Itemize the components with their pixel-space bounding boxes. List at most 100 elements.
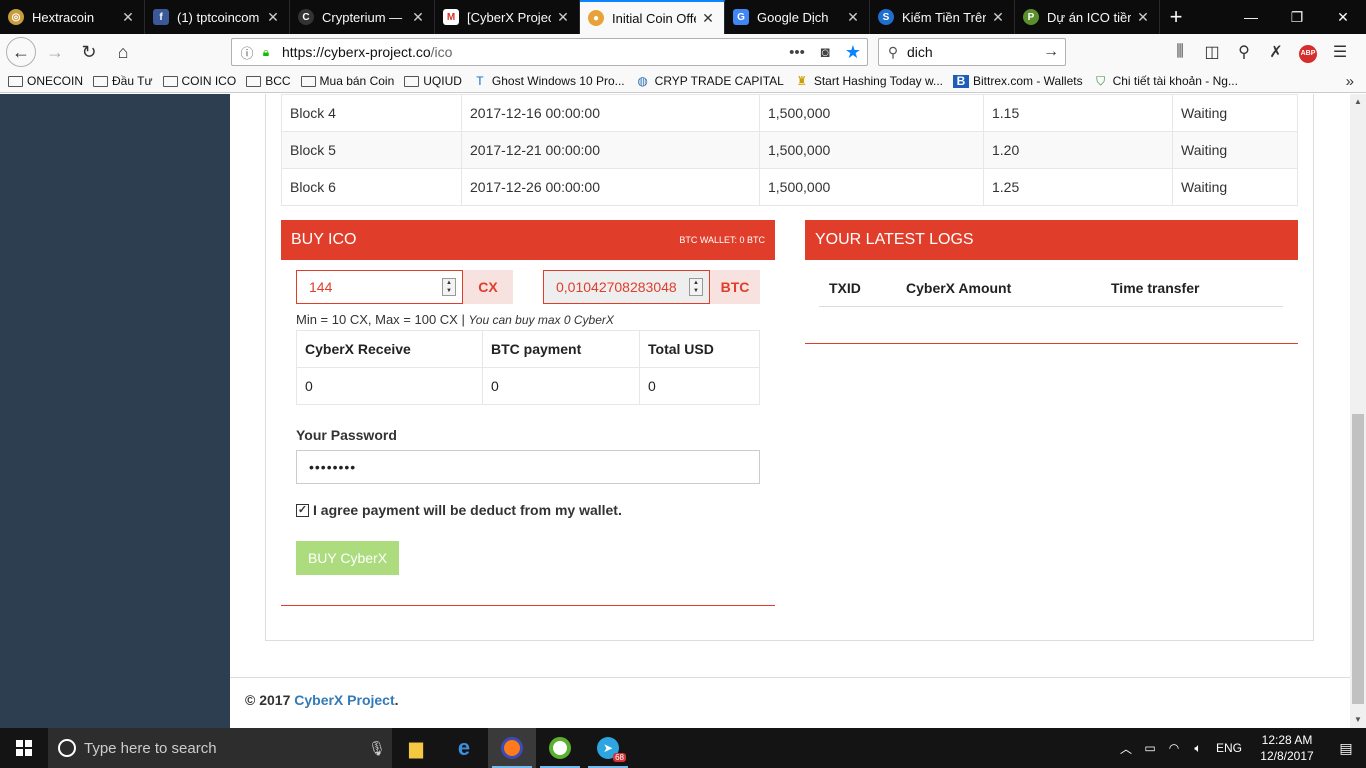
sidebar-toggle-icon[interactable]: ◫ — [1196, 42, 1228, 62]
bookmark-folder[interactable]: ONECOIN — [8, 74, 83, 88]
search-go-icon[interactable]: → — [1037, 43, 1065, 61]
volume-icon[interactable]: 🔈︎ — [1186, 741, 1210, 756]
tab-facebook[interactable]: f (1) tptcoincom ✕ — [145, 0, 290, 34]
bookmark-link[interactable]: ♜ Start Hashing Today w... — [794, 74, 943, 88]
close-icon[interactable]: ✕ — [265, 9, 281, 26]
cyberx-icon: ● — [588, 10, 604, 26]
btc-wallet-balance: BTC WALLET: 0 BTC — [679, 235, 765, 245]
file-explorer-icon[interactable]: ▆ — [392, 728, 440, 768]
url-bar[interactable]: ⓘ 🔒︎ https://cyberx-project.co/ico ••• ◙… — [231, 38, 868, 66]
block-date: 2017-12-16 00:00:00 — [461, 94, 760, 132]
tab-google-translate[interactable]: G Google Dịch ✕ — [725, 0, 870, 34]
bookmark-folder[interactable]: UQIUD — [404, 74, 462, 88]
ghost-icon: T — [476, 73, 484, 88]
bookmark-folder[interactable]: COIN ICO — [162, 74, 236, 88]
table-row: 0 0 0 — [296, 367, 760, 405]
tab-gmail[interactable]: M [CyberX Project ✕ — [435, 0, 580, 34]
url-text[interactable]: https://cyberx-project.co/ico — [274, 44, 783, 60]
extension-x-icon[interactable]: ✗ — [1260, 42, 1292, 62]
restore-icon[interactable]: ❐ — [1274, 0, 1320, 34]
stepper-icon[interactable]: ▲ ▼ — [689, 278, 703, 296]
battery-icon[interactable]: ▭ — [1138, 741, 1162, 755]
cx-amount-input[interactable]: 144 ▲ ▼ — [296, 270, 463, 304]
close-icon[interactable]: ✕ — [120, 9, 136, 26]
coccoc-icon[interactable] — [536, 728, 584, 768]
telegram-icon[interactable]: ➤ 68 — [584, 728, 632, 768]
wifi-icon[interactable]: ◠ — [1162, 741, 1186, 755]
btc-unit-label: BTC — [710, 270, 760, 304]
pocket-icon[interactable]: ◙ — [811, 44, 839, 61]
new-tab-button[interactable]: + — [1160, 0, 1192, 34]
password-field[interactable]: •••••••• — [296, 450, 760, 484]
info-icon[interactable]: ⓘ — [236, 43, 258, 62]
crypterium-icon: C — [298, 9, 314, 25]
language-indicator[interactable]: ENG — [1210, 741, 1248, 755]
main-content: Block 4 2017-12-16 00:00:00 1,500,000 1.… — [230, 94, 1350, 728]
bookmark-folder[interactable]: Mua bán Coin — [300, 74, 394, 88]
chevron-up-icon[interactable]: ︿ — [1114, 740, 1138, 757]
close-window-icon[interactable]: ✕ — [1320, 0, 1366, 34]
adblock-icon[interactable]: ABP — [1292, 42, 1324, 63]
menu-icon[interactable]: ☰ — [1324, 42, 1356, 62]
buy-cyberx-button[interactable]: BUY CyberX — [296, 541, 399, 575]
btc-amount-input[interactable]: 0,01042708283048 ▲ ▼ — [543, 270, 710, 304]
tab-hextracoin[interactable]: ◎ Hextracoin ✕ — [0, 0, 145, 34]
tab-title: Kiếm Tiền Trên I — [902, 9, 986, 25]
search-input[interactable]: dich — [907, 44, 1037, 60]
google-translate-icon: G — [733, 9, 749, 25]
scroll-up-icon[interactable]: ▲ — [1350, 94, 1366, 110]
min-max-text: Min = 10 CX, Max = 100 CX | — [296, 312, 469, 327]
close-icon[interactable]: ✕ — [990, 9, 1006, 26]
chevron-more-icon[interactable]: » — [1346, 73, 1354, 90]
bookmark-link[interactable]: B Bittrex.com - Wallets — [953, 74, 1083, 88]
footer-link[interactable]: CyberX Project — [294, 692, 394, 708]
bookmark-link[interactable]: ◍ CRYP TRADE CAPITAL — [635, 74, 783, 88]
library-icon[interactable]: ⫼ — [1164, 43, 1196, 61]
search-bar[interactable]: ⚲ dich → — [878, 38, 1066, 66]
close-icon[interactable]: ✕ — [555, 9, 571, 26]
bookmark-star-icon[interactable]: ★ — [839, 42, 867, 63]
tab-ico[interactable]: ● Initial Coin Offe ✕ — [580, 0, 725, 34]
block-date: 2017-12-26 00:00:00 — [461, 168, 760, 206]
bookmark-folder[interactable]: Đầu Tư — [93, 74, 153, 88]
close-icon[interactable]: ✕ — [410, 9, 426, 26]
page-footer: © 2017 CyberX Project. — [230, 677, 1350, 728]
block-name: Block 6 — [281, 168, 462, 206]
start-button[interactable] — [0, 728, 48, 768]
logs-header: YOUR LATEST LOGS — [805, 220, 1298, 260]
buy-ico-title: BUY ICO — [291, 231, 357, 248]
stepper-icon[interactable]: ▲ ▼ — [442, 278, 456, 296]
minimize-icon[interactable]: — — [1228, 0, 1274, 34]
scroll-down-icon[interactable]: ▼ — [1350, 712, 1366, 728]
forward-button[interactable]: → — [40, 37, 70, 67]
notification-badge: 68 — [613, 753, 626, 762]
close-icon[interactable]: ✕ — [845, 9, 861, 26]
action-center-icon[interactable]: ▤ — [1326, 740, 1366, 757]
microphone-icon[interactable]: 🎙︎ — [362, 740, 392, 757]
block-amount: 1,500,000 — [759, 131, 984, 169]
tab-du-an-ico[interactable]: P Dự án ICO tiềm ✕ — [1015, 0, 1160, 34]
edge-icon[interactable]: e — [440, 728, 488, 768]
reload-button[interactable]: ↻ — [74, 37, 104, 67]
agree-checkbox-row[interactable]: ✓ I agree payment will be deduct from my… — [296, 502, 622, 518]
close-icon[interactable]: ✕ — [1135, 9, 1151, 26]
bookmark-link[interactable]: T Ghost Windows 10 Pro... — [472, 73, 624, 88]
close-icon[interactable]: ✕ — [700, 10, 716, 27]
bookmark-link[interactable]: ⛉ Chi tiết tài khoản - Ng... — [1093, 74, 1238, 88]
block-price: 1.20 — [983, 131, 1173, 169]
tab-kiem-tien[interactable]: S Kiếm Tiền Trên I ✕ — [870, 0, 1015, 34]
back-button[interactable]: ← — [6, 37, 36, 67]
scroll-thumb[interactable] — [1352, 414, 1364, 704]
tab-crypterium[interactable]: C Crypterium — C ✕ — [290, 0, 435, 34]
ico-blocks-table: Block 4 2017-12-16 00:00:00 1,500,000 1.… — [281, 94, 1298, 206]
taskbar-search[interactable]: Type here to search 🎙︎ — [48, 728, 392, 768]
page-scrollbar[interactable]: ▲ ▼ — [1350, 94, 1366, 728]
agree-checkbox[interactable]: ✓ — [296, 503, 309, 517]
search-icon[interactable]: ⚲ — [1228, 42, 1260, 62]
page-actions-icon[interactable]: ••• — [783, 44, 811, 61]
firefox-icon[interactable] — [488, 728, 536, 768]
bookmark-folder[interactable]: BCC — [246, 74, 291, 88]
home-button[interactable]: ⌂ — [108, 37, 138, 67]
clock[interactable]: 12:28 AM 12/8/2017 — [1248, 732, 1326, 764]
